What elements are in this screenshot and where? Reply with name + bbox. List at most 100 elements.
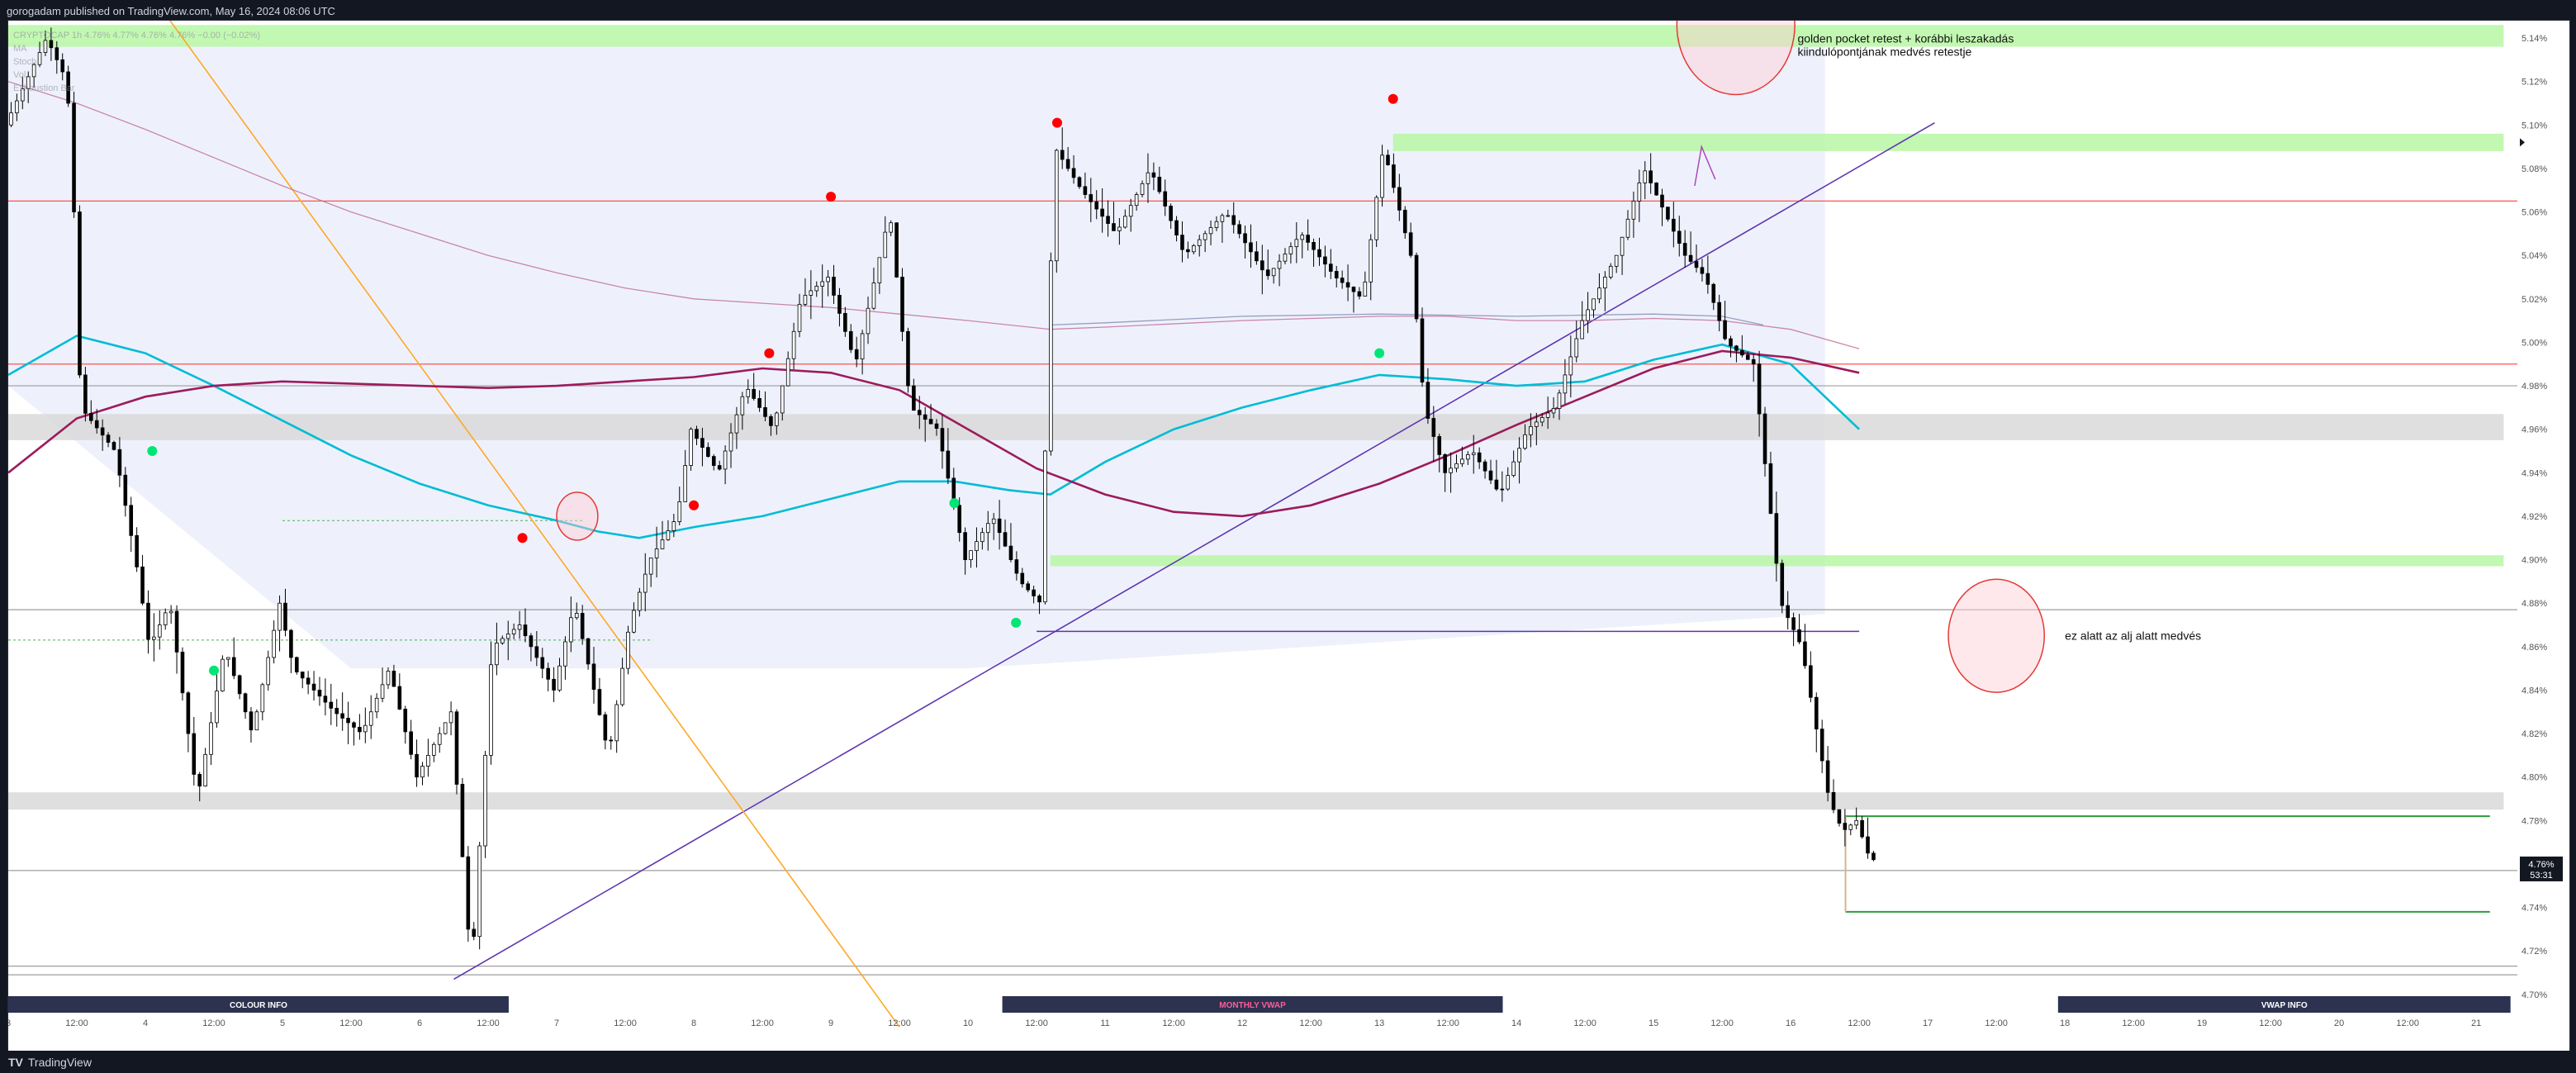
candle-body-146 [843, 312, 847, 332]
y-tick-label-7: 4.84% [2521, 686, 2547, 696]
legend-item-stoch[interactable]: Stoch [13, 55, 260, 69]
candle-body-87 [505, 634, 510, 639]
candle-body-37 [221, 658, 225, 691]
candle-body-138 [797, 303, 802, 332]
candle-body-107 [620, 667, 624, 705]
candle-body-55 [323, 696, 328, 703]
candle-body-132 [763, 406, 767, 417]
candle-body-270 [1551, 408, 1556, 414]
candle-body-220 [1265, 269, 1270, 277]
chart-panel[interactable]: 4.70% 4.72% 4.74% 4.76% 4.78% 4.80% 4.82% 4.84%… [7, 20, 2570, 1052]
legend-item-ma[interactable]: MA [13, 42, 260, 55]
x-tick-label-24: 15 [1649, 1018, 1658, 1028]
candle-body-66 [386, 671, 391, 686]
x-tick-label-2: 4 [143, 1018, 148, 1028]
candle-body-225 [1294, 239, 1299, 248]
candle-body-284 [1631, 201, 1636, 220]
candle-body-147 [848, 330, 853, 350]
x-tick-label-22: 14 [1511, 1018, 1521, 1028]
candle-body-178 [1026, 583, 1031, 591]
candle-body-258 [1483, 461, 1487, 472]
candle-body-163 [940, 428, 945, 452]
y-tick-label-15: 5.00% [2521, 338, 2547, 348]
candle-body-280 [1608, 265, 1613, 278]
y-tick-label-17: 5.04% [2521, 251, 2547, 261]
candle-body-109 [632, 610, 636, 633]
candle-body-162 [934, 423, 939, 429]
candle-body-1 [15, 100, 19, 114]
candle-body-214 [1231, 215, 1236, 226]
y-tick-label-12: 4.94% [2521, 468, 2547, 478]
candle-body-29 [174, 610, 179, 653]
candle-body-11 [72, 102, 76, 212]
candle-body-226 [1300, 235, 1305, 240]
candle-body-243 [1397, 187, 1402, 211]
candle-body-292 [1677, 230, 1682, 244]
current-price-label: 4.76% [2528, 860, 2554, 870]
candle-body-233 [1340, 278, 1345, 283]
candle-body-248 [1426, 382, 1430, 419]
candle-body-186 [1071, 168, 1076, 178]
candle-body-254 [1460, 458, 1464, 464]
candle-body-44 [260, 684, 265, 713]
candle-body-278 [1597, 287, 1601, 300]
candle-body-265 [1523, 434, 1527, 449]
candle-body-143 [826, 277, 830, 282]
y-tick-label-22: 5.14% [2521, 34, 2547, 44]
candle-body-97 [563, 641, 567, 667]
x-tick-label-33: 12:00 [2259, 1018, 2282, 1028]
candle-body-277 [1592, 298, 1596, 311]
y-tick-label-9: 4.88% [2521, 599, 2547, 609]
candle-body-215 [1237, 224, 1241, 235]
y-tick-label-19: 5.08% [2521, 164, 2547, 174]
candle-body-88 [511, 629, 516, 634]
candle-body-137 [791, 330, 796, 359]
candle-body-310 [1780, 563, 1785, 606]
candle-body-110 [638, 591, 642, 611]
legend-item-vol[interactable]: Vol [13, 69, 260, 82]
candle-body-93 [540, 657, 545, 669]
legend-item-exhaustion[interactable]: Exhaustion Bar [13, 82, 260, 95]
x-tick-label-36: 21 [2471, 1018, 2481, 1028]
candle-body-69 [403, 709, 408, 733]
candle-body-202 [1163, 191, 1168, 207]
candle-body-183 [1054, 150, 1059, 262]
candle-body-62 [363, 724, 368, 733]
candle-body-89 [517, 624, 522, 630]
candle-body-151 [871, 282, 876, 309]
price-chart[interactable]: 4.70% 4.72% 4.74% 4.76% 4.78% 4.80% 4.82% 4.84%… [8, 21, 2569, 1051]
candle-body-196 [1128, 205, 1133, 217]
candle-body-34 [203, 753, 207, 787]
candle-body-274 [1574, 338, 1579, 358]
candle-body-301 [1729, 338, 1733, 347]
candle-body-235 [1351, 287, 1356, 292]
candle-body-14 [88, 412, 93, 421]
candle-body-206 [1186, 249, 1190, 253]
candle-body-219 [1260, 260, 1264, 271]
candle-body-228 [1312, 241, 1316, 250]
candle-body-41 [243, 693, 248, 713]
candle-body-304 [1745, 354, 1750, 360]
candle-body-115 [666, 530, 671, 540]
candle-body-63 [368, 711, 373, 726]
candle-body-316 [1814, 696, 1819, 729]
candle-body-308 [1768, 463, 1773, 515]
signal-dot-1 [209, 665, 220, 676]
x-tick-label-21: 12:00 [1436, 1018, 1459, 1028]
candle-body-282 [1620, 236, 1625, 256]
candle-body-309 [1774, 513, 1779, 564]
candle-body-76 [443, 722, 448, 734]
candle-body-297 [1705, 273, 1710, 285]
candle-body-159 [917, 410, 922, 415]
candle-body-276 [1586, 309, 1590, 321]
tradingview-logo[interactable]: TV TradingView [8, 1056, 92, 1069]
candle-body-47 [278, 602, 282, 631]
candle-body-173 [997, 518, 1002, 534]
candle-body-222 [1277, 260, 1282, 269]
zone-0 [8, 25, 2504, 47]
legend-ohlc: 4.76% 4.77% 4.76% 4.76% −0.00 (−0.02%) [84, 31, 261, 40]
x-tick-label-9: 12:00 [614, 1018, 637, 1028]
y-tick-label-4: 4.78% [2521, 816, 2547, 826]
candle-body-306 [1757, 363, 1762, 415]
candle-body-135 [780, 385, 785, 414]
